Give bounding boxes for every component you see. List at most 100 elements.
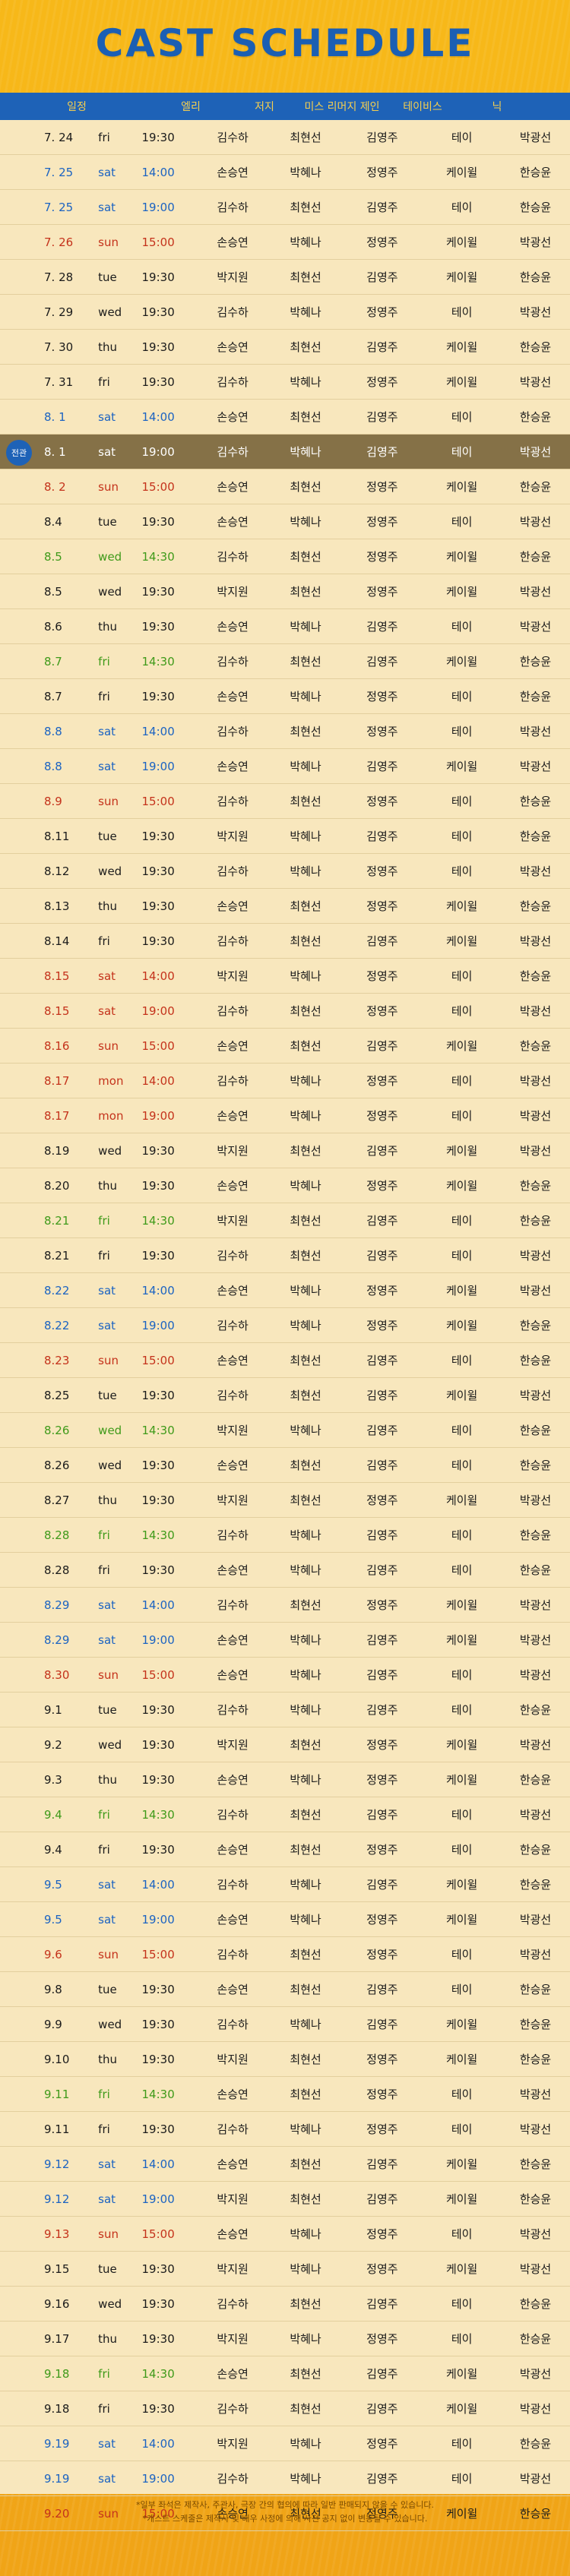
cast-cell: 손승연 xyxy=(217,2367,249,2381)
table-row: 8.19 wed 19:30 박지원 최현선 김영주 케이윌 박광선 xyxy=(0,1133,570,1168)
cast-cell: 케이윌 xyxy=(445,1633,478,1647)
cast-cell: 정영주 xyxy=(366,690,398,703)
header-date: 일정 xyxy=(67,101,87,113)
cast-cell: 김영주 xyxy=(366,760,398,773)
cast-cell: 김영주 xyxy=(366,2367,398,2381)
table-row: 7. 31 fri 19:30 김수하 박혜나 정영주 케이윌 박광선 xyxy=(0,365,570,400)
cast-cell: 박혜나 xyxy=(290,1563,321,1577)
cast-cell: 정영주 xyxy=(366,1843,398,1857)
cast-cell: 정영주 xyxy=(366,1109,398,1123)
row-time: 15:00 xyxy=(141,235,175,249)
table-row: 8.5 wed 14:30 김수하 최현선 정영주 케이윌 한승윤 xyxy=(0,539,570,574)
cast-cell: 정영주 xyxy=(366,2437,398,2451)
row-time: 19:30 xyxy=(141,305,175,319)
table-row: 9.11 fri 14:30 손승연 최현선 정영주 테이 박광선 xyxy=(0,2077,570,2112)
table-row: 8.25 tue 19:30 김수하 최현선 김영주 케이윌 박광선 xyxy=(0,1378,570,1413)
row-date: 8.9 xyxy=(44,794,62,808)
cast-cell: 김수하 xyxy=(217,2018,249,2031)
cast-cell: 박지원 xyxy=(217,2437,249,2451)
cast-cell: 테이 xyxy=(451,1948,473,1961)
cast-cell: 최현선 xyxy=(290,1598,321,1612)
row-time: 19:30 xyxy=(141,514,175,529)
cast-cell: 박혜나 xyxy=(290,1633,321,1647)
cast-cell: 정영주 xyxy=(366,1773,398,1787)
row-time: 19:30 xyxy=(141,829,175,843)
cast-cell: 케이윌 xyxy=(445,1598,478,1612)
cast-cell: 테이 xyxy=(451,2332,473,2346)
row-day: sat xyxy=(98,1912,116,1926)
cast-cell: 김수하 xyxy=(217,795,249,808)
cast-cell: 한승윤 xyxy=(519,166,552,179)
row-date: 8.7 xyxy=(44,689,62,703)
row-date: 7. 25 xyxy=(44,200,74,214)
cast-cell: 케이윌 xyxy=(445,2367,478,2381)
table-row: 8.4 tue 19:30 손승연 박혜나 정영주 테이 박광선 xyxy=(0,504,570,539)
row-time: 14:30 xyxy=(141,1423,175,1437)
row-day: sat xyxy=(98,2192,116,2206)
row-date: 9.16 xyxy=(44,2296,70,2311)
cast-cell: 박광선 xyxy=(519,760,552,773)
header-davis: 테이비스 xyxy=(403,101,442,113)
row-day: wed xyxy=(98,1143,122,1158)
cast-cell: 박혜나 xyxy=(290,515,321,529)
cast-cell: 한승윤 xyxy=(519,2018,552,2031)
row-day: sun xyxy=(98,1947,119,1961)
cast-cell: 최현선 xyxy=(290,201,321,214)
cast-cell: 박혜나 xyxy=(290,1109,321,1123)
table-row: 8.5 wed 19:30 박지원 최현선 정영주 케이윌 박광선 xyxy=(0,574,570,609)
row-date: 7. 30 xyxy=(44,340,74,354)
row-time: 14:00 xyxy=(141,1073,175,1088)
cast-cell: 테이 xyxy=(451,1808,473,1822)
row-day: fri xyxy=(98,654,110,668)
row-time: 19:30 xyxy=(141,1248,175,1263)
cast-cell: 손승연 xyxy=(217,1563,249,1577)
cast-cell: 케이윌 xyxy=(445,340,478,354)
cast-cell: 김영주 xyxy=(366,2402,398,2416)
cast-cell: 케이윌 xyxy=(445,1284,478,1297)
row-time: 19:30 xyxy=(141,2331,175,2346)
cast-cell: 손승연 xyxy=(217,1039,249,1053)
cast-cell: 김영주 xyxy=(366,934,398,948)
cast-cell: 김수하 xyxy=(217,1808,249,1822)
row-time: 19:00 xyxy=(141,1633,175,1647)
table-row: 8. 2 sun 15:00 손승연 최현선 정영주 케이윌 한승윤 xyxy=(0,469,570,504)
row-date: 9.19 xyxy=(44,2436,70,2451)
row-date: 8.5 xyxy=(44,584,62,599)
table-row: 9.2 wed 19:30 박지원 최현선 정영주 케이윌 박광선 xyxy=(0,1727,570,1762)
table-row: 9.4 fri 14:30 김수하 최현선 김영주 테이 박광선 xyxy=(0,1797,570,1832)
row-date: 8.27 xyxy=(44,1493,70,1507)
cast-cell: 박혜나 xyxy=(290,375,321,389)
row-time: 15:00 xyxy=(141,1038,175,1053)
cast-cell: 박광선 xyxy=(519,1249,552,1263)
row-time: 14:00 xyxy=(141,409,175,424)
cast-cell: 케이윌 xyxy=(445,899,478,913)
cast-cell: 정영주 xyxy=(366,725,398,738)
row-day: fri xyxy=(98,1528,110,1542)
row-date: 8.26 xyxy=(44,1423,70,1437)
cast-cell: 최현선 xyxy=(290,340,321,354)
row-date: 9.18 xyxy=(44,2366,70,2381)
cast-cell: 테이 xyxy=(451,1459,473,1472)
cast-cell: 케이윌 xyxy=(445,1773,478,1787)
row-date: 9.5 xyxy=(44,1877,62,1892)
table-row: 8.8 sat 19:00 손승연 박혜나 김영주 케이윌 박광선 xyxy=(0,749,570,784)
cast-cell: 김수하 xyxy=(217,445,249,459)
row-day: sat xyxy=(98,1283,116,1297)
row-day: thu xyxy=(98,1178,118,1193)
cast-cell: 한승윤 xyxy=(519,830,552,843)
row-date: 8.16 xyxy=(44,1038,70,1053)
row-date: 8.28 xyxy=(44,1563,70,1577)
table-row: 7. 24 fri 19:30 김수하 최현선 김영주 테이 박광선 xyxy=(0,120,570,155)
cast-cell: 김수하 xyxy=(217,1703,249,1717)
row-day: sat xyxy=(98,2157,116,2171)
row-date: 8.5 xyxy=(44,549,62,564)
cast-cell: 박혜나 xyxy=(290,1074,321,1088)
row-day: tue xyxy=(98,1982,117,1996)
row-time: 19:30 xyxy=(141,2262,175,2276)
row-time: 15:00 xyxy=(141,1353,175,1367)
cast-cell: 테이 xyxy=(451,1109,473,1123)
cast-cell: 손승연 xyxy=(217,620,249,634)
cast-cell: 손승연 xyxy=(217,1109,249,1123)
cast-cell: 한승윤 xyxy=(519,2157,552,2171)
row-date: 7. 24 xyxy=(44,130,74,144)
